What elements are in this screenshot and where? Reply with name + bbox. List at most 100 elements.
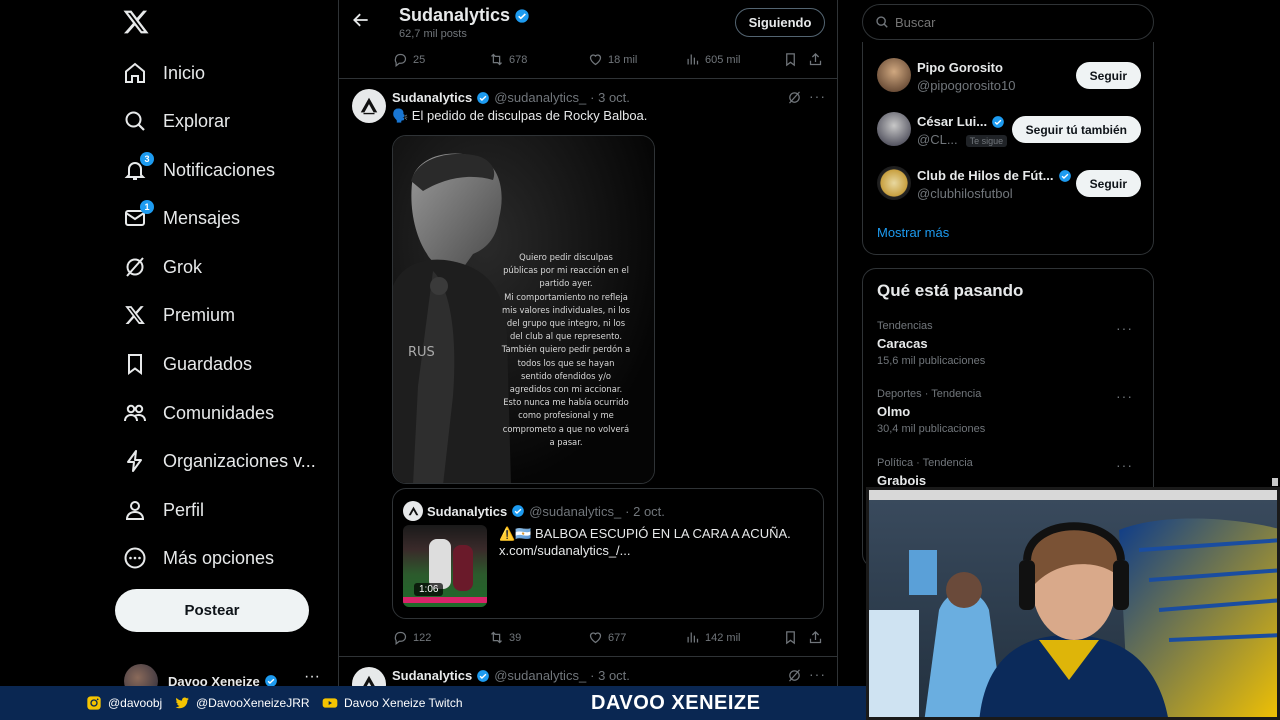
avatar[interactable]: [352, 89, 386, 123]
views-button[interactable]: 605 mil: [685, 52, 740, 67]
nav-label: Notificaciones: [163, 159, 276, 180]
back-arrow-icon[interactable]: [351, 10, 371, 30]
nav-item-grok[interactable]: Grok: [122, 247, 202, 287]
nav-item-perfil[interactable]: Perfil: [122, 490, 204, 530]
reply-count: 25: [413, 53, 426, 66]
scrollbar[interactable]: [1272, 478, 1278, 486]
grok-icon[interactable]: [787, 90, 802, 105]
nav-item-inicio[interactable]: Inicio: [122, 53, 205, 93]
trend-more-icon[interactable]: ···: [1116, 320, 1133, 336]
repost-count: 678: [509, 53, 528, 66]
bookmark-icon: [786, 53, 795, 67]
trend-more-icon[interactable]: ···: [1116, 457, 1133, 473]
follow-suggestion[interactable]: César Lui... @CL... Te sigue Seguir tú ta…: [877, 112, 1141, 152]
youtube-icon: [322, 698, 338, 708]
bookmark-button[interactable]: [783, 52, 798, 67]
repost-icon: [491, 631, 502, 644]
profile-header: Sudanalytics 62,7 mil posts Siguiendo: [339, 0, 837, 48]
follow-button[interactable]: Seguir: [1075, 170, 1141, 197]
reply-count: 122: [413, 631, 432, 644]
search-box[interactable]: [862, 4, 1154, 40]
nav-item-organizaciones[interactable]: Organizaciones v...: [122, 441, 316, 481]
youtube-handle: Davoo Xeneize Twitch: [322, 695, 463, 711]
nav-label: Premium: [163, 304, 236, 325]
trend-item[interactable]: Deportes · Tendencia Olmo 30,4 mil publi…: [877, 388, 1141, 435]
avatar: [877, 112, 911, 146]
quoted-author-name: Sudanalytics: [427, 503, 508, 519]
video-duration: 1:06: [414, 583, 444, 596]
webcam-overlay: [866, 487, 1280, 720]
x-logo-icon[interactable]: [122, 8, 150, 36]
left-navigation: Inicio Explorar 3 Notificaciones 1 Mensa…: [0, 0, 338, 698]
nav-item-mas-opciones[interactable]: Más opciones: [122, 538, 274, 578]
divider: [339, 656, 837, 657]
share-button[interactable]: [808, 52, 823, 67]
instagram-icon: [87, 696, 101, 710]
tweet-author-name[interactable]: Sudanalytics: [392, 90, 472, 105]
tweet-author-handle[interactable]: @sudanalytics_: [494, 90, 586, 105]
like-button[interactable]: 18 mil: [588, 52, 637, 67]
nav-item-premium[interactable]: Premium: [122, 295, 235, 335]
repost-icon: [491, 53, 502, 66]
communities-icon: [122, 400, 148, 426]
show-more-link[interactable]: Mostrar más: [877, 225, 949, 240]
verified-badge-icon: [1058, 169, 1071, 182]
page-title: Sudanalytics: [399, 5, 530, 26]
bookmark-icon: [122, 351, 148, 377]
follow-back-button[interactable]: Seguir tú también: [1011, 116, 1141, 143]
nav-label: Comunidades: [163, 402, 275, 423]
nav-label: Más opciones: [163, 547, 275, 568]
nav-item-comunidades[interactable]: Comunidades: [122, 393, 274, 433]
trend-item[interactable]: Política · Tendencia Grabois ···: [877, 457, 1141, 488]
post-button[interactable]: Postear: [115, 589, 309, 632]
youtube-text: Davoo Xeneize Twitch: [344, 696, 463, 710]
reply-button[interactable]: 122: [393, 630, 431, 645]
grok-icon[interactable]: [787, 668, 802, 683]
share-icon: [809, 630, 822, 644]
tweet-date[interactable]: · 3 oct.: [590, 668, 630, 683]
account-more-icon[interactable]: ···: [304, 668, 320, 686]
who-to-follow-panel: Pipo Gorosito @pipogorosito10 Seguir Cés…: [862, 42, 1154, 255]
nav-item-guardados[interactable]: Guardados: [122, 344, 252, 384]
suggestion-name: César Lui...: [917, 114, 1005, 129]
repost-button[interactable]: 678: [489, 52, 527, 67]
nav-item-explorar[interactable]: Explorar: [122, 101, 230, 141]
follow-suggestion[interactable]: Pipo Gorosito @pipogorosito10 Seguir: [877, 58, 1141, 98]
timeline: Sudanalytics 62,7 mil posts Siguiendo 25…: [338, 0, 838, 686]
quoted-link[interactable]: x.com/sudanalytics_/...: [499, 542, 809, 559]
tweet-more-icon[interactable]: ···: [809, 666, 826, 682]
bookmark-button[interactable]: [783, 630, 798, 645]
trend-item[interactable]: Tendencias Caracas 15,6 mil publicacione…: [877, 320, 1141, 367]
reply-button[interactable]: 25: [393, 52, 425, 67]
video-thumbnail[interactable]: 1:06: [403, 525, 487, 607]
avatar: [877, 166, 911, 200]
tweet-more-icon[interactable]: ···: [809, 88, 826, 104]
quoted-date: · 2 oct.: [625, 503, 665, 519]
follow-button[interactable]: Seguir: [1075, 62, 1141, 89]
tweet-actions: 122 39 677 142 mil: [339, 627, 837, 649]
repost-button[interactable]: 39: [489, 630, 521, 645]
follow-suggestion[interactable]: Club de Hilos de Fút... @clubhilosfutbol…: [877, 166, 1141, 206]
trends-title: Qué está pasando: [877, 281, 1024, 300]
trend-more-icon[interactable]: ···: [1116, 388, 1133, 404]
avatar[interactable]: [352, 667, 386, 686]
tweet-image[interactable]: RUS Quiero pedir disculpas públicas por …: [392, 135, 655, 484]
stream-banner: @davoobj @DavooXeneizeJRR Davoo Xeneize …: [0, 686, 866, 720]
following-button[interactable]: Siguiendo: [735, 8, 825, 37]
quoted-author-handle: @sudanalytics_: [529, 503, 622, 519]
like-count: 18 mil: [608, 53, 638, 66]
share-button[interactable]: [808, 630, 823, 645]
tweet-author-handle[interactable]: @sudanalytics_: [494, 668, 586, 683]
verified-badge-icon: [992, 115, 1004, 128]
nav-label: Perfil: [163, 499, 205, 520]
nav-item-mensajes[interactable]: 1 Mensajes: [122, 198, 240, 238]
nav-item-notificaciones[interactable]: 3 Notificaciones: [122, 150, 275, 190]
search-input[interactable]: [895, 14, 1135, 30]
quoted-tweet[interactable]: Sudanalytics @sudanalytics_ · 2 oct. 1:0…: [392, 488, 824, 619]
like-button[interactable]: 677: [588, 630, 626, 645]
tweet-author-name[interactable]: Sudanalytics: [392, 668, 472, 683]
tweet-date[interactable]: · 3 oct.: [590, 90, 630, 105]
tweet-header: Sudanalytics @sudanalytics_ · 3 oct.: [392, 668, 630, 683]
trend-category: Deportes · Tendencia: [877, 388, 982, 400]
views-button[interactable]: 142 mil: [685, 630, 740, 645]
